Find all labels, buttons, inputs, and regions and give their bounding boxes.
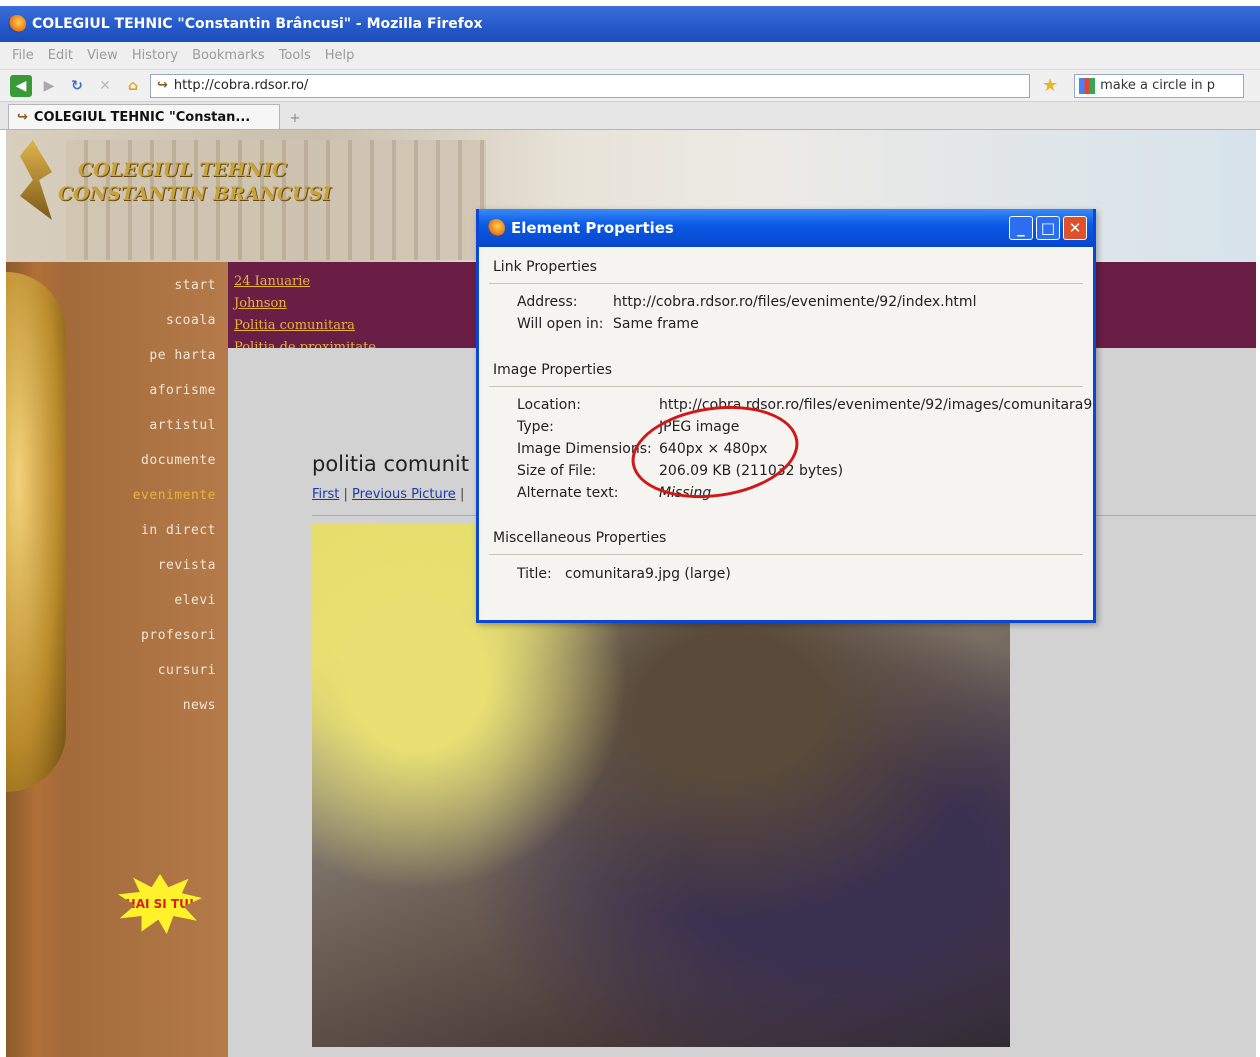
sidebar-item-aforisme[interactable]: aforisme	[133, 383, 216, 418]
window-titlebar: COLEGIUL TEHNIC "Constantin Brâncusi" - …	[0, 0, 1260, 42]
sidebar-item-profesori[interactable]: profesori	[133, 628, 216, 663]
school-name-line2: CONSTANTIN BRANCUSI	[58, 183, 332, 205]
tab-label: COLEGIUL TEHNIC "Constan...	[33, 109, 251, 125]
school-logo-icon	[20, 140, 52, 220]
location-label: Location:	[517, 397, 581, 413]
type-label: Type:	[517, 419, 554, 435]
sidebar-item-documente[interactable]: documente	[133, 453, 216, 488]
search-input[interactable]: make a circle in p	[1074, 73, 1245, 98]
menu-history[interactable]: History	[132, 48, 178, 63]
open-in-label: Will open in:	[517, 316, 604, 332]
event-link[interactable]: 24 Ianuarie	[234, 274, 376, 296]
maximize-button[interactable]: □	[1036, 216, 1060, 240]
event-link[interactable]: Politia comunitara	[234, 318, 376, 340]
file-size-label: Size of File:	[517, 463, 597, 479]
sidebar-item-evenimente[interactable]: evenimente	[133, 488, 216, 523]
element-properties-dialog: Element Properties _ □ ✕ Link Properties…	[476, 209, 1096, 623]
reload-button[interactable]: ↻	[66, 75, 88, 97]
section-divider	[489, 554, 1083, 555]
sidebar-item-in-direct[interactable]: in direct	[133, 523, 216, 558]
sidebar-item-start[interactable]: start	[133, 278, 216, 313]
section-divider	[489, 283, 1083, 284]
url-text: http://cobra.rdsor.ro/	[173, 78, 309, 93]
school-name[interactable]: COLEGIUL TEHNIC CONSTANTIN BRANCUSI	[58, 158, 331, 206]
minimize-button[interactable]: _	[1009, 216, 1033, 240]
menu-file[interactable]: File	[12, 48, 34, 63]
menu-view[interactable]: View	[87, 48, 118, 63]
events-list: 24 Ianuarie Johnson Politia comunitara P…	[234, 274, 376, 350]
first-link[interactable]: First	[312, 487, 339, 502]
window-title: COLEGIUL TEHNIC "Constantin Brâncusi" - …	[32, 16, 483, 32]
search-text: make a circle in p	[1100, 78, 1216, 93]
photo-navigation: First | Previous Picture |	[312, 487, 464, 502]
tab-favicon-icon: ↪	[17, 109, 28, 125]
dialog-body: Link Properties Address: http://cobra.rd…	[479, 247, 1093, 620]
sidebar-item-cursuri[interactable]: cursuri	[133, 663, 216, 698]
title-value: comunitara9.jpg (large)	[565, 566, 731, 582]
misc-properties-heading: Miscellaneous Properties	[493, 530, 667, 546]
close-button[interactable]: ✕	[1063, 216, 1087, 240]
bookmark-star-icon[interactable]: ★	[1042, 75, 1058, 96]
address-label: Address:	[517, 294, 578, 310]
dialog-title: Element Properties	[511, 219, 674, 237]
sidebar-item-pe-harta[interactable]: pe harta	[133, 348, 216, 383]
sidebar-item-artistul[interactable]: artistul	[133, 418, 216, 453]
title-label: Title:	[517, 566, 552, 582]
alt-text-label: Alternate text:	[517, 485, 619, 501]
navigation-toolbar: ◀ ▶ ↻ ✕ ⌂ ↪ http://cobra.rdsor.ro/ ★ mak…	[0, 70, 1260, 102]
menu-edit[interactable]: Edit	[48, 48, 73, 63]
url-input[interactable]: ↪ http://cobra.rdsor.ro/	[150, 73, 1030, 98]
open-in-value: Same frame	[613, 316, 699, 332]
page-heading: politia comunit	[312, 452, 469, 476]
menu-bookmarks[interactable]: Bookmarks	[192, 48, 265, 63]
sidebar-item-revista[interactable]: revista	[133, 558, 216, 593]
hai-si-tu-badge[interactable]: HAI SI TU!	[118, 874, 202, 934]
school-name-line1: COLEGIUL TEHNIC	[78, 159, 288, 181]
firefox-logo-icon	[487, 219, 505, 237]
nav-separator: |	[343, 487, 348, 502]
menu-tools[interactable]: Tools	[279, 48, 311, 63]
tab-active[interactable]: ↪ COLEGIUL TEHNIC "Constan...	[8, 104, 280, 129]
bust-sculpture-image	[6, 272, 66, 792]
section-divider	[489, 386, 1083, 387]
address-value: http://cobra.rdsor.ro/files/evenimente/9…	[613, 294, 977, 310]
tab-bar: ↪ COLEGIUL TEHNIC "Constan... +	[0, 102, 1260, 130]
image-properties-heading: Image Properties	[493, 362, 613, 378]
menu-help[interactable]: Help	[325, 48, 355, 63]
sidebar-item-elevi[interactable]: elevi	[133, 593, 216, 628]
sidebar-item-news[interactable]: news	[133, 698, 216, 733]
forward-button[interactable]: ▶	[38, 75, 60, 97]
stop-button[interactable]: ✕	[94, 75, 116, 97]
site-sidebar: start scoala pe harta aforisme artistul …	[6, 262, 228, 1057]
event-link[interactable]: Johnson	[234, 296, 376, 318]
search-engine-icon[interactable]	[1079, 77, 1096, 94]
site-favicon-icon: ↪	[157, 78, 168, 93]
link-properties-heading: Link Properties	[493, 259, 597, 275]
back-button[interactable]: ◀	[10, 74, 32, 97]
firefox-logo-icon	[8, 15, 26, 33]
home-button[interactable]: ⌂	[122, 75, 144, 97]
previous-picture-link[interactable]: Previous Picture	[352, 487, 456, 502]
dialog-titlebar[interactable]: Element Properties _ □ ✕	[479, 209, 1093, 247]
sidebar-item-scoala[interactable]: scoala	[133, 313, 216, 348]
menu-bar: File Edit View History Bookmarks Tools H…	[0, 42, 1260, 70]
new-tab-button[interactable]: +	[280, 107, 310, 129]
nav-separator: |	[459, 487, 465, 502]
sidebar-menu: start scoala pe harta aforisme artistul …	[133, 278, 216, 733]
badge-label: HAI SI TU!	[125, 897, 195, 911]
